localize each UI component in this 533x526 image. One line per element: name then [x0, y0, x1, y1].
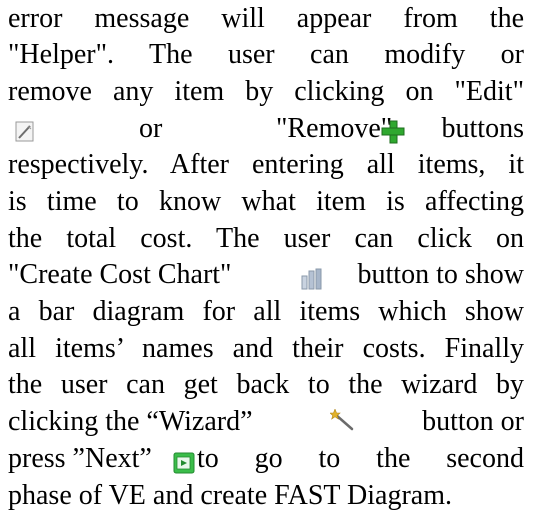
button-or-text: button or	[422, 406, 524, 437]
paragraph-line-4: or "Remove" buttons	[8, 110, 524, 148]
paragraph-line-10: all items’ names and their costs. Finall…	[8, 333, 524, 364]
paragraph-line-1: error message will appear from the	[8, 3, 524, 34]
buttons-text: buttons	[441, 113, 524, 144]
paragraph-line-13: press ”Next” to go to the second	[8, 440, 524, 478]
button-to-show-text: button to show	[357, 259, 524, 290]
paragraph-line-7: the total cost. The user can click on	[8, 223, 524, 254]
paragraph-line-2: "Helper". The user can modify or	[8, 39, 524, 70]
or-text: or	[139, 113, 163, 144]
next-label: press ”Next”	[8, 443, 152, 474]
paragraph-line-11: the user can get back to the wizard by	[8, 369, 524, 400]
paragraph-line-3: remove any item by clicking on "Edit"	[8, 76, 524, 107]
paragraph-line-5: respectively. After entering all items, …	[8, 149, 524, 180]
to-go-text: to go to the second	[197, 443, 524, 474]
remove-label: "Remove"	[276, 113, 393, 144]
paragraph-line-8: "Create Cost Chart" button to show	[8, 256, 524, 294]
create-cost-chart-label: "Create Cost Chart"	[8, 259, 232, 290]
magic-wand-icon	[329, 404, 354, 442]
paragraph-line-6: is time to know what item is affecting	[8, 186, 524, 217]
paragraph-line-14: phase of VE and create FAST Diagram.	[8, 480, 452, 511]
paragraph-line-12: clicking the “Wizard” button or	[8, 403, 524, 441]
document-page: error message will appear from the "Help…	[0, 0, 533, 526]
paragraph-line-9: a bar diagram for all items which show	[8, 296, 524, 327]
wizard-label: clicking the “Wizard”	[8, 406, 253, 437]
